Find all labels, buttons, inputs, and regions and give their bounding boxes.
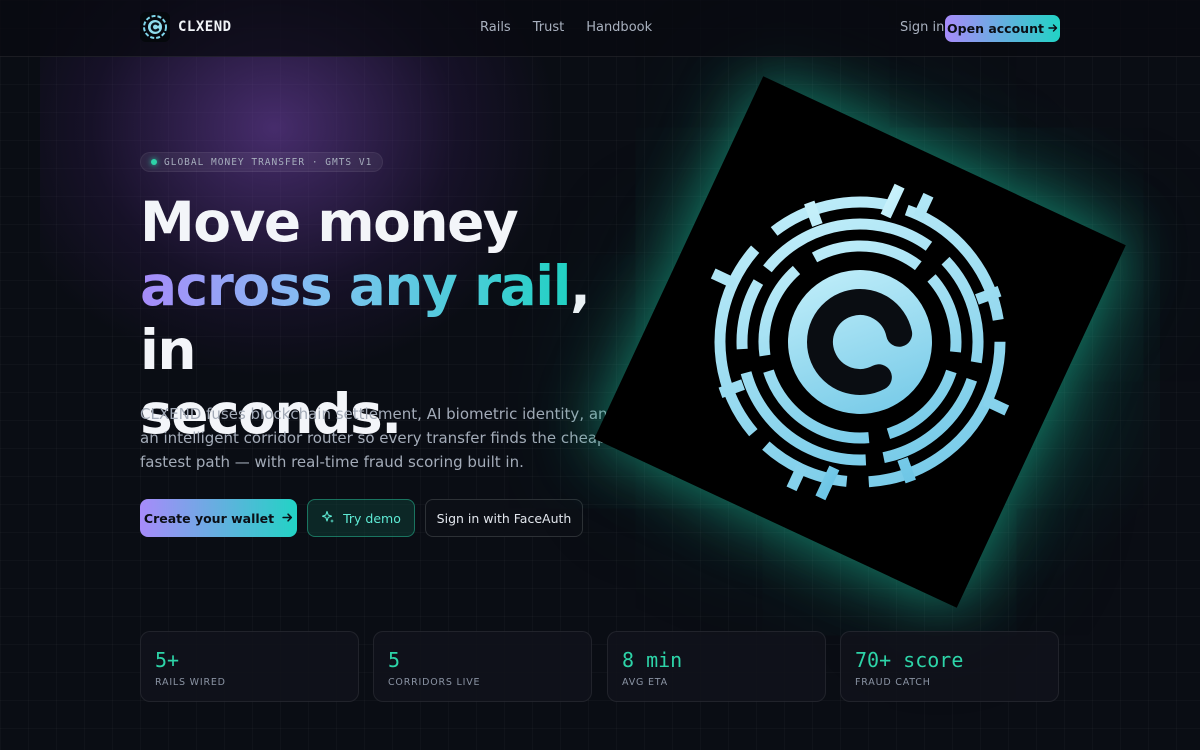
nav-link-trust[interactable]: Trust	[533, 20, 564, 35]
nav-link-rails[interactable]: Rails	[480, 20, 511, 35]
stat-value: 5	[388, 648, 401, 672]
stat-label: FRAUD CATCH	[855, 677, 931, 688]
headline-line-1: Move money	[140, 190, 519, 254]
top-navbar: CLXEND Rails Trust Handbook Sign in Open…	[0, 0, 1200, 57]
arrow-right-icon	[1048, 21, 1058, 36]
stat-card-eta: 8 min AVG ETA	[607, 631, 826, 702]
nav-sign-in-link[interactable]: Sign in	[900, 20, 944, 35]
sparkle-icon	[321, 510, 335, 527]
faceauth-sign-in-button[interactable]: Sign in with FaceAuth	[425, 499, 583, 537]
stat-value: 5+	[155, 648, 180, 672]
stat-card-corridors: 5 CORRIDORS LIVE	[373, 631, 592, 702]
open-account-button[interactable]: Open account	[945, 15, 1060, 42]
hero-badge-text: GLOBAL MONEY TRANSFER · GMTS V1	[164, 156, 373, 168]
brand-name: CLXEND	[178, 19, 232, 35]
nav-links: Rails Trust Handbook	[480, 20, 652, 35]
hero-badge: GLOBAL MONEY TRANSFER · GMTS V1	[140, 152, 384, 172]
status-dot-icon	[151, 159, 157, 165]
stat-label: CORRIDORS LIVE	[388, 677, 481, 688]
faceauth-label: Sign in with FaceAuth	[436, 510, 572, 526]
try-demo-button[interactable]: Try demo	[307, 499, 415, 537]
create-wallet-label: Create your wallet	[143, 510, 275, 526]
try-demo-label: Try demo	[343, 510, 401, 526]
stat-card-fraud: 70+ score FRAUD CATCH	[840, 631, 1059, 702]
arrow-right-icon	[282, 511, 293, 526]
clxend-maze-emblem	[594, 76, 1126, 608]
brand[interactable]: CLXEND	[140, 12, 232, 42]
nav-link-handbook[interactable]: Handbook	[586, 20, 652, 35]
clxend-logo-icon	[140, 12, 170, 42]
headline-highlight: across any rail	[140, 254, 571, 318]
stat-value: 70+ score	[855, 648, 964, 672]
stat-label: RAILS WIRED	[155, 677, 226, 688]
stat-card-rails: 5+ RAILS WIRED	[140, 631, 359, 702]
open-account-label: Open account	[947, 21, 1044, 36]
stat-label: AVG ETA	[622, 677, 668, 688]
stat-value: 8 min	[622, 648, 683, 672]
create-wallet-button[interactable]: Create your wallet	[140, 499, 297, 537]
hero-description: CLXEND fuses blockchain settlement, AI b…	[140, 405, 635, 471]
